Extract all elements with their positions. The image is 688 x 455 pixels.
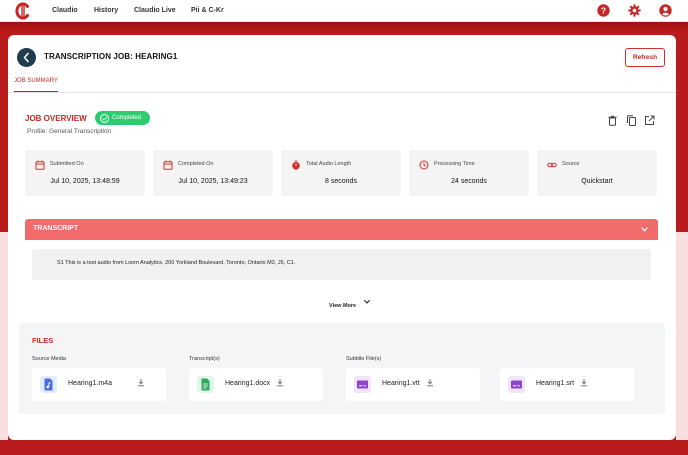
job-overview-title: JOB OVERVIEW — [25, 114, 87, 123]
stat-processing-time: Processing Time 24 seconds — [409, 150, 529, 196]
stat-label: Submitted On — [50, 161, 84, 167]
subtitle-files-label: Subtitle File(s) — [346, 356, 382, 362]
transcript-accordion-header[interactable]: TRANSCRIPT — [25, 219, 658, 240]
top-navbar: Claudio History Claudio Live Pii & C-Kr … — [0, 0, 688, 22]
status-badge-label: Completed — [112, 115, 142, 121]
settings-icon[interactable] — [628, 4, 641, 17]
file-name[interactable]: Hearing1.docx — [225, 380, 270, 387]
stat-source: Source Quickstart — [537, 150, 657, 196]
audio-file-icon — [40, 376, 57, 393]
nav-history[interactable]: History — [94, 0, 118, 22]
download-icon[interactable] — [580, 378, 588, 387]
stat-value: Jul 10, 2025, 13:49:23 — [178, 178, 248, 185]
page-title: TRANSCRIPTION JOB: HEARING1 — [44, 52, 178, 61]
download-icon[interactable] — [276, 378, 284, 387]
stat-audio-length: Total Audio Length 8 seconds — [281, 150, 401, 196]
subtitle-file-icon — [354, 376, 371, 393]
file-card-srt[interactable]: Hearing1.srt — [500, 368, 634, 401]
link-icon — [547, 162, 557, 168]
stat-value: Jul 10, 2025, 13:48:59 — [50, 178, 120, 185]
nav-pii-ckr[interactable]: Pii & C-Kr — [191, 0, 224, 22]
stat-label: Source — [562, 161, 580, 167]
source-media-label: Source Media — [32, 356, 66, 362]
files-panel: FILES Source Media Transcript(s) Subtitl… — [19, 323, 665, 414]
download-icon[interactable] — [426, 378, 434, 387]
file-name[interactable]: Hearing1.srt — [536, 380, 574, 387]
subtitle-file-icon — [508, 376, 525, 393]
stat-label: Processing Time — [434, 161, 475, 167]
timer-icon — [292, 160, 300, 170]
job-card: TRANSCRIPTION JOB: HEARING1 Refresh JOB … — [8, 35, 676, 440]
chevron-down-icon[interactable] — [363, 298, 371, 306]
stat-completed-on: Completed On Jul 10, 2025, 13:49:23 — [153, 150, 273, 196]
transcript-body: S1 This is a test audio from Loom Analyt… — [32, 249, 651, 280]
background-edge-left — [0, 232, 8, 440]
stat-value: Quickstart — [581, 178, 613, 185]
help-icon[interactable]: ? — [597, 4, 610, 17]
profile-text: Profile: General Transcription — [27, 128, 112, 135]
file-card-docx[interactable]: Hearing1.docx — [189, 368, 323, 401]
header-band — [0, 22, 688, 34]
status-badge: Completed — [95, 111, 150, 125]
open-external-icon[interactable] — [644, 115, 655, 126]
delete-icon[interactable] — [607, 115, 618, 126]
file-name[interactable]: Hearing1.m4a — [68, 380, 112, 387]
transcripts-label: Transcript(s) — [189, 356, 220, 362]
back-button[interactable] — [17, 48, 36, 67]
transcript-text: S1 This is a test audio from Loom Analyt… — [57, 260, 296, 266]
tab-divider — [8, 92, 676, 93]
calendar-icon — [163, 160, 173, 170]
copy-icon[interactable] — [626, 115, 637, 126]
arrow-left-icon — [23, 52, 29, 63]
file-card-vtt[interactable]: Hearing1.vtt — [346, 368, 480, 401]
clock-icon — [419, 160, 429, 170]
file-card-m4a[interactable]: Hearing1.m4a — [32, 368, 166, 401]
file-name[interactable]: Hearing1.vtt — [382, 380, 420, 387]
view-more-button[interactable]: View More — [329, 303, 356, 309]
doc-file-icon — [197, 376, 214, 393]
nav-claudio-live[interactable]: Claudio Live — [134, 0, 176, 22]
background-edge-right — [676, 232, 688, 440]
download-icon[interactable] — [137, 378, 145, 387]
nav-claudio[interactable]: Claudio — [52, 0, 78, 22]
account-icon[interactable] — [659, 4, 672, 17]
stat-label: Total Audio Length — [306, 161, 352, 167]
svg-text:?: ? — [601, 6, 606, 16]
tab-job-summary[interactable]: JOB SUMMARY — [14, 78, 58, 92]
stat-label: Completed On — [178, 161, 214, 167]
claudio-logo-icon[interactable] — [15, 2, 31, 20]
refresh-button[interactable]: Refresh — [625, 48, 665, 67]
stat-value: 24 seconds — [451, 178, 487, 185]
calendar-icon — [35, 160, 45, 170]
files-title: FILES — [32, 336, 54, 345]
stat-value: 8 seconds — [325, 178, 357, 185]
stat-submitted-on: Submitted On Jul 10, 2025, 13:48:59 — [25, 150, 145, 196]
check-circle-icon — [100, 114, 109, 123]
chevron-down-icon[interactable] — [640, 225, 649, 234]
transcript-title: TRANSCRIPT — [33, 225, 79, 232]
